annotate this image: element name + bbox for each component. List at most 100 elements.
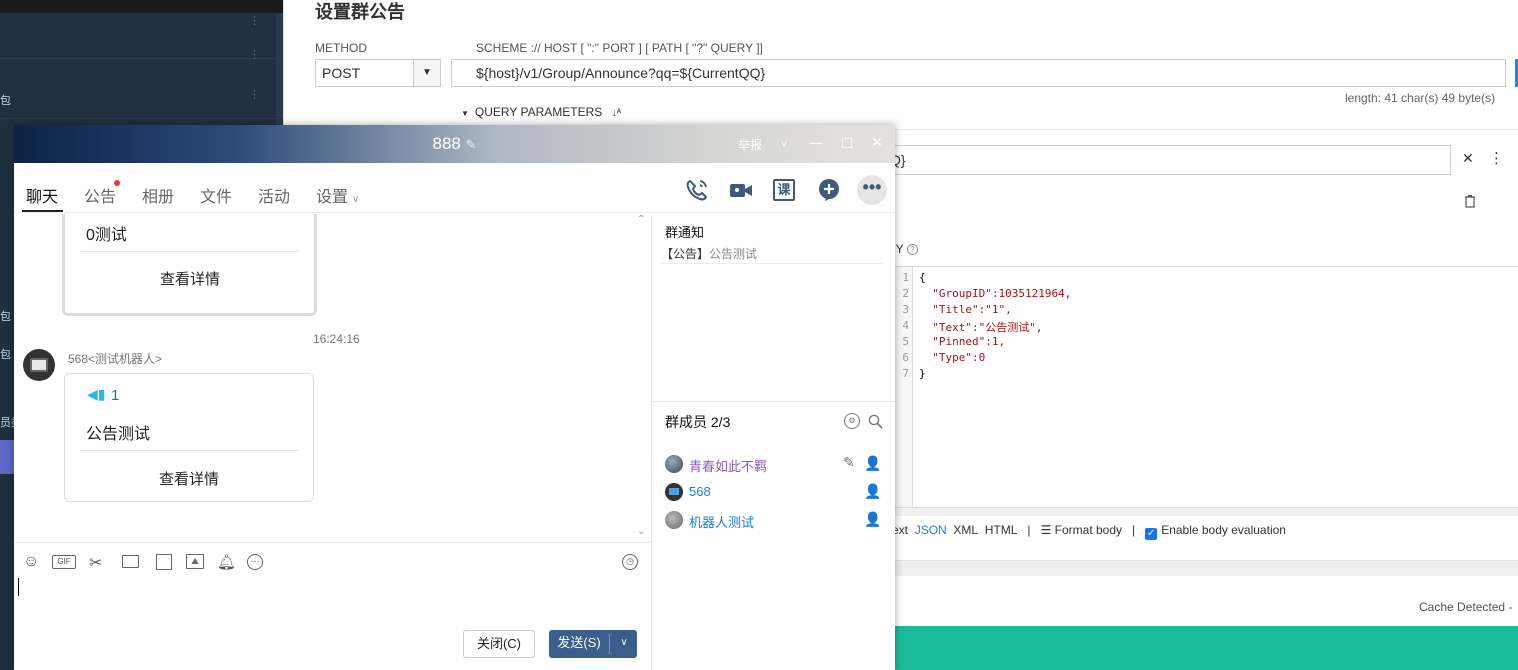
tab-settings-label: 设置 (316, 189, 349, 206)
video-call-icon[interactable] (728, 177, 754, 203)
trash-icon[interactable] (1464, 194, 1476, 208)
member-row[interactable]: 568 👤 (665, 482, 887, 502)
owner-icon: 👤 (864, 455, 882, 471)
send-button-label: 发送(S) (557, 635, 601, 650)
close-button[interactable]: 关闭(C) (463, 630, 535, 658)
code-line: } (919, 367, 926, 380)
folder-icon[interactable] (122, 555, 139, 568)
announcement-card[interactable]: ◀▮ 1 公告测试 查看详情 (64, 373, 314, 502)
chevron-down-icon[interactable]: ∨ (611, 630, 637, 656)
code-line: "Text":"公告测试", (919, 321, 1043, 334)
image-icon[interactable]: ⛰ (186, 554, 204, 569)
more-icon[interactable]: ⋮ (249, 16, 260, 27)
member-settings-icon[interactable]: ⚙ (844, 413, 860, 429)
divider (81, 251, 299, 252)
method-label: METHOD (315, 41, 367, 55)
tab-files[interactable]: 文件 (200, 183, 232, 207)
divider (0, 58, 283, 59)
sender-name[interactable]: 568<测试机器人> (68, 350, 162, 367)
request-title: 设置群公告 (315, 2, 405, 22)
code-line: "Pinned":1, (919, 335, 1006, 348)
body-type-json[interactable]: JSON (915, 523, 947, 537)
search-icon[interactable] (868, 414, 883, 429)
body-editor[interactable]: 1 2 3 4 5 6 7 { "GroupID":1035121964, "T… (886, 266, 1518, 509)
caret-down-icon: ▼ (461, 109, 469, 118)
body-type-html[interactable]: HTML (985, 523, 1018, 537)
close-icon[interactable]: ✕ (867, 134, 887, 151)
tab-activity[interactable]: 活动 (258, 183, 290, 207)
history-clock-icon[interactable]: ◷ (622, 554, 638, 570)
query-parameters-toggle[interactable]: ▼ QUERY PARAMETERS ↓ᴬ (461, 105, 621, 119)
red-packet-icon[interactable] (156, 554, 172, 570)
sidebar-item-label[interactable]: 包 (0, 308, 11, 324)
scroll-up-icon[interactable]: ⌃ (637, 214, 645, 225)
voice-call-icon[interactable] (684, 177, 710, 203)
avatar (665, 455, 683, 473)
chevron-down-icon[interactable]: ▼ (413, 59, 441, 87)
monitor-icon (669, 488, 679, 495)
enable-body-evaluation-label[interactable]: Enable body evaluation (1161, 523, 1286, 537)
view-details-link[interactable]: 查看详情 (65, 468, 313, 489)
announcement-card[interactable]: 0测试 查看详情 (62, 214, 317, 316)
more-icon[interactable]: ⋮ (249, 50, 260, 61)
divider (886, 560, 1518, 576)
sidebar-item-label[interactable]: 包 (0, 92, 11, 108)
scissors-icon[interactable]: ✂ (89, 553, 109, 573)
window-title: 888 ✎ (14, 125, 895, 163)
close-icon[interactable]: ✕ (1462, 150, 1474, 167)
report-button[interactable]: 举报 (738, 136, 762, 153)
avatar (665, 483, 683, 501)
more-vertical-icon[interactable]: ⋮ (1489, 149, 1504, 167)
chevron-down-icon[interactable]: ∨ (774, 137, 794, 150)
message-input[interactable] (16, 573, 646, 627)
more-icon[interactable]: ••• (857, 175, 887, 205)
member-row[interactable]: 机器人测试 👤 (665, 510, 887, 530)
course-icon[interactable]: 课 (773, 179, 795, 201)
scroll-down-icon[interactable]: ⌄ (637, 526, 645, 537)
notice-preview[interactable]: 【公告】公告测试 (661, 245, 757, 262)
minimize-icon[interactable]: — (806, 134, 826, 150)
tab-announcement[interactable]: 公告 (84, 183, 116, 207)
gif-icon[interactable]: GIF (52, 555, 76, 569)
tab-bar: 聊天 公告 相册 文件 活动 设置 ∨ 课 ••• (14, 163, 895, 213)
code-line: "GroupID":1035121964, (919, 287, 1072, 300)
send-button[interactable]: 发送(S) ∨ (549, 630, 637, 658)
avatar[interactable] (23, 349, 55, 381)
chat-history[interactable]: 0测试 查看详情 16:24:16 568<测试机器人> ◀▮ 1 公告测试 查… (14, 214, 651, 542)
tab-chat[interactable]: 聊天 (26, 183, 58, 207)
member-row[interactable]: 青春如此不羁 ✎ 👤 (665, 454, 887, 474)
add-app-icon[interactable] (816, 177, 842, 203)
help-icon[interactable]: ? (906, 244, 918, 255)
sort-icon[interactable]: ↓ᴬ (612, 108, 622, 119)
enable-body-evaluation-checkbox[interactable]: ✓ (1145, 528, 1158, 540)
sidebar-top-bar (0, 0, 283, 13)
body-type-xml[interactable]: XML (953, 523, 978, 537)
emoji-icon[interactable]: ☺ (23, 553, 43, 573)
tab-settings[interactable]: 设置 ∨ (316, 183, 359, 207)
query-value-input[interactable]: Q} (883, 145, 1451, 175)
divider (609, 634, 610, 654)
url-input[interactable]: ${host}/v1/Group/Announce?qq=${CurrentQQ… (451, 59, 1506, 87)
bell-icon[interactable]: 🔔︎ (217, 553, 237, 573)
sidebar-item-label[interactable]: 包 (0, 346, 11, 362)
notice-text: 公告测试 (709, 247, 758, 261)
member-role-icon: 👤 (864, 511, 882, 527)
notice-tag: 【公告】 (661, 247, 710, 261)
more-icon[interactable]: ··· (247, 554, 263, 570)
maximize-icon[interactable]: ☐ (837, 135, 857, 152)
code-line: { (919, 271, 926, 284)
length-readout: length: 41 char(s) 49 byte(s) (1345, 91, 1496, 105)
edit-icon[interactable]: ✎ (843, 454, 855, 471)
tab-album[interactable]: 相册 (142, 183, 174, 207)
editor-resize-handle[interactable] (886, 507, 1518, 516)
more-icon[interactable]: ⋮ (249, 90, 260, 101)
member-name: 青春如此不羁 (689, 459, 768, 474)
view-details-link[interactable]: 查看详情 (65, 268, 315, 289)
message-time: 16:24:16 (313, 332, 360, 346)
format-body-button[interactable]: Format body (1055, 523, 1122, 537)
monitor-icon (30, 358, 48, 372)
message-input-area: ☺ GIF ✂ ⛰ 🔔︎ ··· ◷ 关闭(C) 发送(S) ∨ (14, 542, 651, 670)
edit-icon[interactable]: ✎ (466, 137, 477, 152)
url-label: SCHEME :// HOST [ ":" PORT ] [ PATH [ "?… (476, 41, 763, 55)
card-text: 公告测试 (86, 426, 151, 443)
